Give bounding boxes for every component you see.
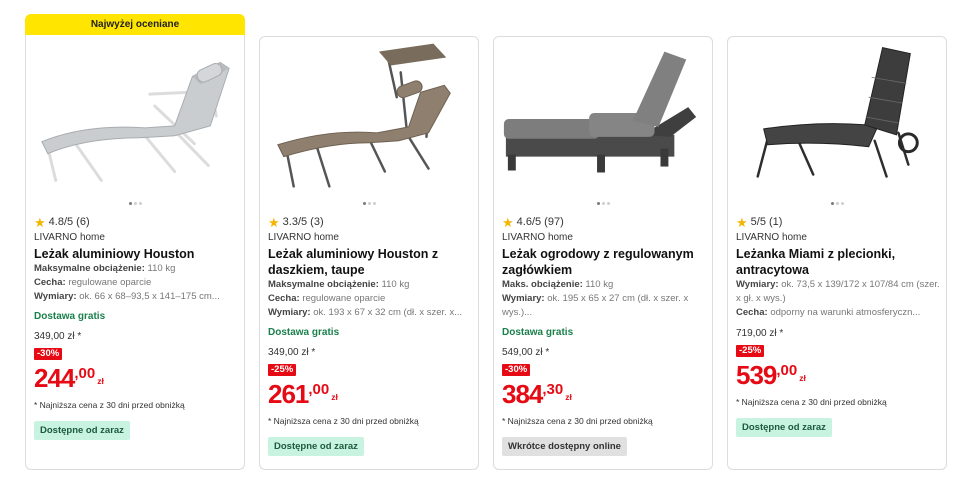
- current-price: 384,30 zł: [502, 379, 572, 409]
- spec-row: Cecha: regulowane oparcie: [34, 277, 152, 288]
- lounger-image-aluminium: [41, 61, 230, 182]
- discount-badge: -25%: [736, 345, 765, 357]
- brand: LIVARNO home: [502, 232, 573, 243]
- product-image[interactable]: [728, 37, 946, 197]
- image-carousel-dots[interactable]: [494, 202, 712, 205]
- lounger-image-grey-rattan: [503, 51, 697, 173]
- image-carousel-dots[interactable]: [26, 202, 244, 205]
- brand: LIVARNO home: [268, 232, 339, 243]
- old-price: 549,00 zł *: [502, 347, 550, 358]
- old-price: 349,00 zł *: [34, 331, 82, 342]
- spec-row: Maksymalne obciążenie: 110 kg: [34, 263, 176, 274]
- free-delivery-label: Dostawa gratis: [268, 327, 340, 338]
- availability-badge: Dostępne od zaraz: [268, 437, 364, 456]
- current-price: 261,00 zł: [268, 379, 338, 409]
- spec-row: Wymiary: ok. 193 x 67 x 32 cm (dł. x sze…: [268, 307, 463, 318]
- availability-badge: Dostępne od zaraz: [736, 418, 832, 437]
- rating[interactable]: ★ 4.8/5 (6): [34, 215, 238, 229]
- lounger-image-anthracite-wicker: [756, 47, 919, 178]
- star-icon: ★: [268, 214, 280, 230]
- spec-row: Cecha: regulowane oparcie: [268, 293, 386, 304]
- product-title[interactable]: Leżak aluminiowy Houston z daszkiem, tau…: [268, 246, 472, 278]
- lowest-price-note: * Najniższa cena z 30 dni przed obniżką: [268, 416, 419, 426]
- rating[interactable]: ★ 3.3/5 (3): [268, 215, 472, 229]
- image-carousel-dots[interactable]: [728, 202, 946, 205]
- free-delivery-label: Dostawa gratis: [34, 311, 106, 322]
- product-card[interactable]: Najwyżej oceniane ★ 4.8/5 (6) LIVARNO hom…: [25, 14, 245, 470]
- brand: LIVARNO home: [736, 232, 807, 243]
- lowest-price-note: * Najniższa cena z 30 dni przed obniżką: [34, 400, 185, 410]
- rating-value: 4.8/5 (6): [48, 216, 90, 228]
- spec-row: Maks. obciążenie: 110 kg: [502, 279, 614, 290]
- availability-badge: Wkrótce dostępny online: [502, 437, 627, 456]
- current-price: 539,00 zł: [736, 360, 806, 390]
- rating-value: 4.6/5 (97): [516, 216, 564, 228]
- availability-badge: Dostępne od zaraz: [34, 421, 130, 440]
- star-icon: ★: [736, 214, 748, 230]
- product-title[interactable]: Leżak ogrodowy z regulowanym zagłówkiem: [502, 246, 706, 278]
- star-icon: ★: [502, 214, 514, 230]
- product-image[interactable]: [260, 37, 478, 197]
- spec-row: Maksymalne obciążenie: 110 kg: [268, 279, 410, 290]
- discount-badge: -25%: [268, 364, 297, 376]
- lounger-image-taupe-canopy: [277, 43, 451, 188]
- image-carousel-dots[interactable]: [260, 202, 478, 205]
- current-price: 244,00 zł: [34, 363, 104, 393]
- old-price: 719,00 zł *: [736, 328, 784, 339]
- product-image[interactable]: [494, 37, 712, 197]
- product-title[interactable]: Leżanka Miami z plecionki, antracytowa: [736, 246, 940, 278]
- rating[interactable]: ★ 4.6/5 (97): [502, 215, 706, 229]
- rating-value: 3.3/5 (3): [282, 216, 324, 228]
- rating[interactable]: ★ 5/5 (1): [736, 215, 940, 229]
- free-delivery-label: Dostawa gratis: [502, 327, 574, 338]
- discount-badge: -30%: [502, 364, 531, 376]
- product-image[interactable]: [26, 36, 244, 186]
- spec-row: Cecha: odporny na warunki atmosferyczn..…: [736, 307, 921, 318]
- brand: LIVARNO home: [34, 232, 105, 243]
- product-card[interactable]: ★ 3.3/5 (3) LIVARNO home Leżak aluminiowy…: [259, 36, 479, 470]
- spec-row: Wymiary: ok. 66 x 68–93,5 x 141–175 cm..…: [34, 291, 220, 302]
- spec-row: Wymiary: ok. 195 x 65 x 27 cm (dł. x sze…: [502, 293, 689, 318]
- spec-row: Wymiary: ok. 73,5 x 139/172 x 107/84 cm …: [736, 279, 940, 304]
- old-price: 349,00 zł *: [268, 347, 316, 358]
- rating-value: 5/5 (1): [750, 216, 783, 228]
- product-title[interactable]: Leżak aluminiowy Houston: [34, 246, 238, 262]
- star-icon: ★: [34, 214, 46, 230]
- top-rated-badge: Najwyżej oceniane: [25, 14, 245, 35]
- product-card[interactable]: ★ 4.6/5 (97) LIVARNO home Leżak ogrodowy …: [493, 36, 713, 470]
- lowest-price-note: * Najniższa cena z 30 dni przed obniżką: [736, 397, 887, 407]
- lowest-price-note: * Najniższa cena z 30 dni przed obniżką: [502, 416, 653, 426]
- discount-badge: -30%: [34, 348, 63, 360]
- product-card[interactable]: ★ 5/5 (1) LIVARNO home Leżanka Miami z pl…: [727, 36, 947, 470]
